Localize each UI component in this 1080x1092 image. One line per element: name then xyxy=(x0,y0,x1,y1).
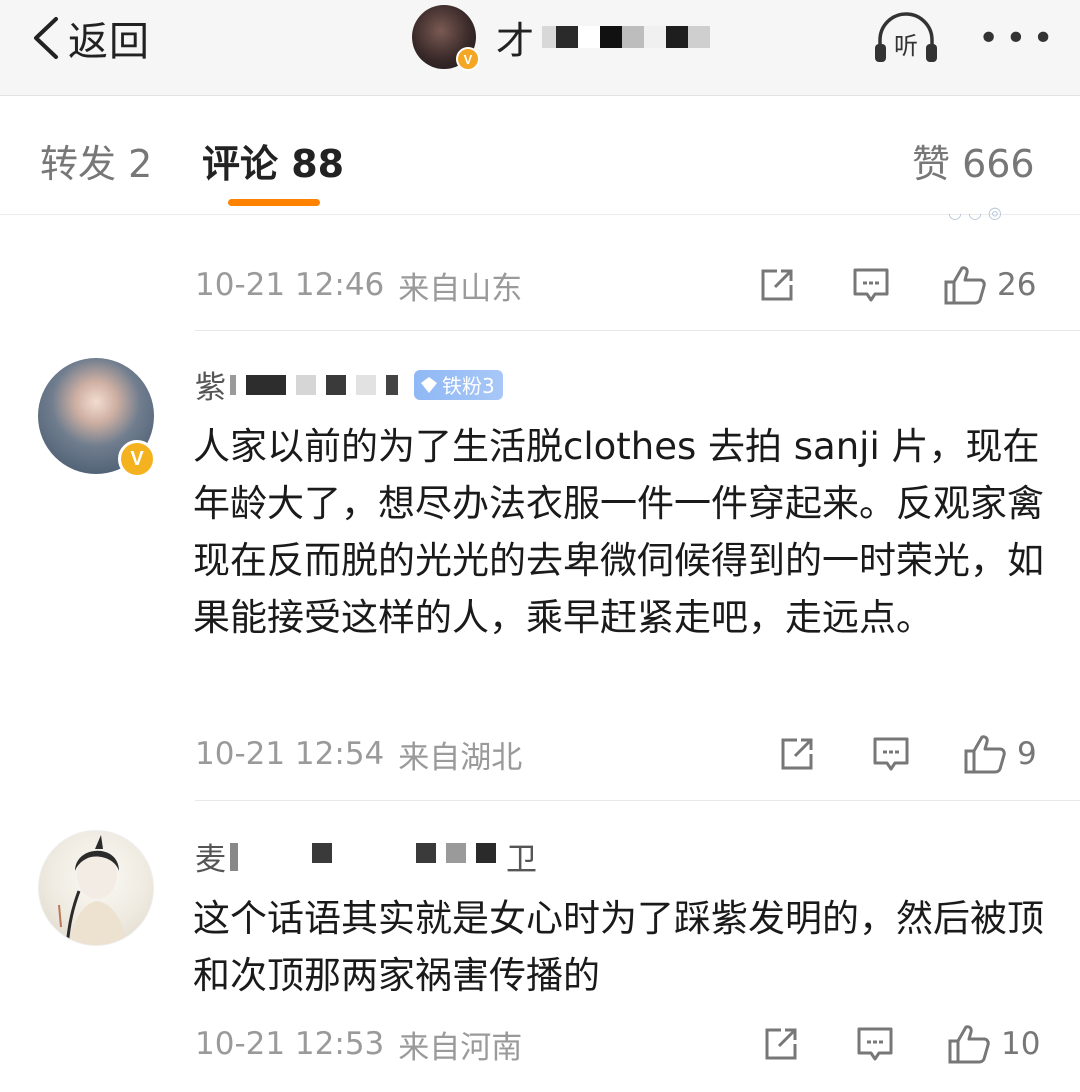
verified-badge-icon: V xyxy=(118,440,156,478)
commenter-name[interactable]: 麦 卫 xyxy=(195,834,537,879)
commenter-name-text: 麦 xyxy=(195,842,226,878)
comment-meta: 10-21 12:53 来自河南 10 xyxy=(195,1022,1045,1066)
repost-button[interactable] xyxy=(761,1022,801,1066)
tab-comments[interactable]: 评论 88 xyxy=(202,133,344,188)
author-name: 才 xyxy=(496,18,535,63)
commenter-avatar[interactable] xyxy=(38,830,154,946)
comment-location: 来自湖北 xyxy=(398,739,523,776)
redacted-name-mosaic xyxy=(230,842,506,871)
comment-body: 这个话语其实就是女心时为了踩紫发明的，然后被顶和次顶那两家祸害传播的 xyxy=(193,897,1044,997)
diamond-icon xyxy=(421,376,437,393)
more-button[interactable]: ••• xyxy=(978,18,1060,59)
top-bar: 返回 V 才 听 ••• xyxy=(0,0,1080,96)
comment-location: 来自山东 xyxy=(398,270,523,307)
back-label: 返回 xyxy=(68,19,150,65)
comment-divider xyxy=(195,330,1080,331)
fan-level-label: 铁粉3 xyxy=(442,374,495,398)
headphones-icon: 听 xyxy=(875,12,937,62)
redacted-name-mosaic xyxy=(230,374,408,395)
comment-divider xyxy=(195,800,1080,801)
tab-bar: 转发 2 评论 88 赞 666 xyxy=(0,97,1080,215)
comment-meta: 10-21 12:46 来自山东 26 xyxy=(195,263,1045,307)
like-button[interactable]: 26 xyxy=(943,263,1036,307)
comment-location: 来自河南 xyxy=(398,1029,523,1066)
redacted-name-mosaic xyxy=(542,26,711,48)
thumbs-up-icon xyxy=(944,266,986,305)
thumbs-up-icon xyxy=(964,735,1006,774)
commenter-name-text: 紫 xyxy=(195,370,226,406)
repost-icon xyxy=(761,269,793,301)
repost-icon xyxy=(765,1028,797,1060)
like-button[interactable]: 9 xyxy=(963,732,1037,776)
verified-badge-icon: V xyxy=(456,47,480,71)
like-button[interactable]: 10 xyxy=(947,1022,1040,1066)
chevron-left-icon xyxy=(34,17,58,59)
active-tab-indicator xyxy=(228,199,320,206)
partial-emoji-icon: ◡◡◎ xyxy=(948,203,1008,222)
tab-reposts[interactable]: 转发 2 xyxy=(40,133,152,188)
thumbs-up-icon xyxy=(948,1025,990,1064)
listen-label: 听 xyxy=(894,32,918,60)
tab-likes[interactable]: 赞 666 xyxy=(912,133,1035,188)
fan-level-badge: 铁粉3 xyxy=(414,369,503,400)
comment-body: 人家以前的为了生活脱clothes 去拍 sanji 片，现在年龄大了，想尽办法… xyxy=(193,425,1044,639)
like-count: 9 xyxy=(1017,736,1037,772)
repost-button[interactable] xyxy=(777,732,817,776)
comment-time: 10-21 12:54 xyxy=(195,736,385,772)
comment-button[interactable] xyxy=(855,1022,895,1066)
commenter-name-suffix: 卫 xyxy=(506,842,537,878)
comment-meta: 10-21 12:54 来自湖北 9 xyxy=(195,732,1045,776)
illustrated-portrait-icon xyxy=(58,835,127,945)
comment-time: 10-21 12:53 xyxy=(195,1026,385,1062)
like-count: 26 xyxy=(997,267,1037,303)
comment-time: 10-21 12:46 xyxy=(195,267,385,303)
repost-icon xyxy=(781,738,813,770)
comment-icon xyxy=(857,1027,893,1061)
listen-button[interactable]: 听 xyxy=(872,10,940,68)
post-author[interactable]: V 才 xyxy=(412,4,711,71)
author-avatar[interactable]: V xyxy=(412,5,480,71)
comment-button[interactable] xyxy=(871,732,911,776)
comment-icon xyxy=(853,268,889,302)
comment-button[interactable] xyxy=(851,263,891,307)
commenter-name[interactable]: 紫 铁粉3 xyxy=(195,362,503,407)
comment-icon xyxy=(873,737,909,771)
like-count: 10 xyxy=(1001,1026,1041,1062)
back-button[interactable]: 返回 xyxy=(30,10,150,66)
repost-button[interactable] xyxy=(757,263,797,307)
